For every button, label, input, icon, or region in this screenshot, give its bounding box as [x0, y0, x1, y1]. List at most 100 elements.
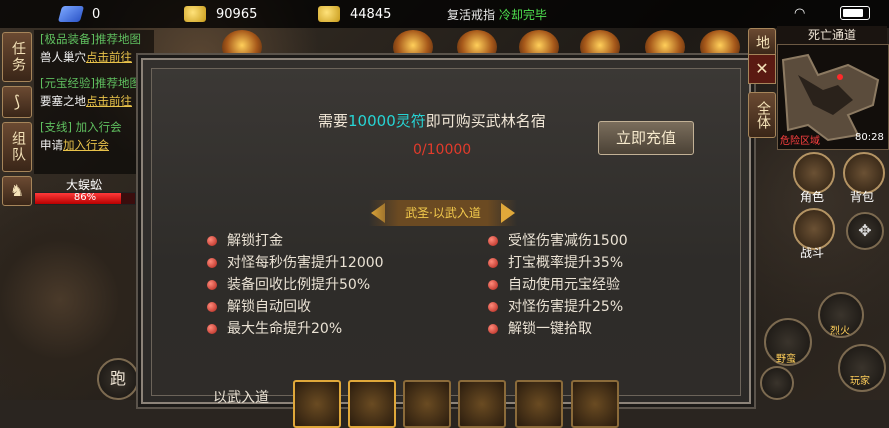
perk-text: 对怪伤害提升25%	[508, 299, 624, 315]
team-button[interactable]: 组队	[2, 122, 32, 172]
wifi-icon: ◠	[794, 6, 806, 21]
recharge-button[interactable]: 立即充值	[598, 121, 694, 155]
perk-list-right: 受怪伤害减伤1500 打宝概率提升35% 自动使用元宝经验 对怪伤害提升25% …	[488, 230, 628, 340]
purchase-modal: 需要10000灵符即可购买武林名宿 0/10000 立即充值 武圣·以武入道 解…	[141, 58, 751, 428]
ingot-icon	[318, 6, 340, 22]
requirement-text: 需要10000灵符即可购买武林名宿	[318, 110, 546, 131]
quest-link[interactable]: 加入行会	[63, 138, 109, 152]
title-banner: 武圣·以武入道	[369, 200, 517, 226]
reward-slot[interactable]	[293, 380, 341, 428]
reward-row-label: 以武入道	[213, 390, 269, 406]
battle-label: 战斗	[799, 246, 824, 260]
gold-resource: 90965	[184, 4, 257, 24]
quest-row[interactable]: 要塞之地点击前往	[34, 92, 154, 110]
quest-link[interactable]: 点击前往	[86, 94, 132, 108]
perk-item: 解锁自动回收	[207, 296, 384, 318]
perk-item: 对怪每秒伤害提升12000	[207, 252, 384, 274]
status-suffix: 冷却完毕	[498, 8, 547, 22]
quest-desc: 申请	[40, 138, 63, 152]
perk-text: 受怪伤害减伤1500	[508, 233, 628, 249]
perk-text: 解锁一键拾取	[508, 321, 592, 337]
battery-icon	[840, 6, 870, 20]
gold-count: 90965	[216, 6, 258, 22]
quest-panel: [极品装备]推荐地图 兽人巢穴点击前往 [元宝经验]推荐地图 要塞之地点击前往 …	[34, 30, 154, 174]
perk-item: 对怪伤害提升25%	[488, 296, 628, 318]
skill-fire-label: 烈火	[830, 326, 850, 337]
bullet-icon	[207, 280, 217, 290]
bullet-icon	[207, 324, 217, 334]
task-button[interactable]: 任务	[2, 32, 32, 82]
bullet-icon	[207, 258, 217, 268]
perk-text: 解锁打金	[227, 233, 283, 249]
map-zone: 危险区域	[780, 136, 820, 147]
status-prefix: 复活戒指	[447, 8, 496, 22]
banner-right-arrow-icon	[501, 203, 515, 223]
perk-text: 装备回收比例提升50%	[227, 277, 371, 293]
gem-resource: 0	[57, 4, 101, 24]
perk-text: 对怪每秒伤害提升12000	[227, 255, 384, 271]
bullet-icon	[207, 236, 217, 246]
reward-slot[interactable]	[458, 380, 506, 428]
reward-slot[interactable]	[403, 380, 451, 428]
skill-savage-label: 野蛮	[776, 354, 796, 365]
bullet-icon	[488, 236, 498, 246]
perk-text: 打宝概率提升35%	[508, 255, 624, 271]
quest-title: [极品装备]推荐地图	[40, 32, 141, 46]
need-suffix: 即可购买武林名宿	[425, 112, 546, 130]
full-button[interactable]: 全体	[748, 92, 776, 138]
perk-item: 装备回收比例提升50%	[207, 274, 384, 296]
quest-title: [元宝经验]推荐地图	[40, 76, 141, 90]
perk-item: 自动使用元宝经验	[488, 274, 628, 296]
perk-text: 最大生命提升20%	[227, 321, 343, 337]
perk-item: 解锁一键拾取	[488, 318, 628, 340]
character-label: 角色	[799, 190, 824, 204]
run-button[interactable]: 跑	[97, 358, 139, 400]
quest-desc: 兽人巢穴	[40, 50, 86, 64]
perk-item: 受怪伤害减伤1500	[488, 230, 628, 252]
bullet-icon	[207, 302, 217, 312]
bullet-icon	[488, 324, 498, 334]
gem-icon	[57, 6, 85, 22]
map-button[interactable]: 地	[748, 28, 776, 56]
reward-slot[interactable]	[348, 380, 396, 428]
boss-hp-text: 86%	[73, 192, 97, 203]
perk-text: 解锁自动回收	[227, 299, 311, 315]
reward-slot[interactable]	[571, 380, 619, 428]
quest-row[interactable]: 申请加入行会	[34, 136, 154, 154]
progress-counter: 0/10000	[413, 142, 472, 158]
boss-hp-bar: 86%	[34, 192, 136, 205]
perk-list-left: 解锁打金 对怪每秒伤害提升12000 装备回收比例提升50% 解锁自动回收 最大…	[207, 230, 384, 340]
quest-desc: 要塞之地	[40, 94, 86, 108]
close-icon[interactable]: ✕	[748, 54, 776, 84]
map-title: 死亡通道	[777, 26, 887, 44]
perk-item: 打宝概率提升35%	[488, 252, 628, 274]
bullet-icon	[488, 280, 498, 290]
perk-item: 最大生命提升20%	[207, 318, 384, 340]
quest-title: [支线]	[40, 120, 72, 134]
bullet-icon	[488, 258, 498, 268]
map-coordinates: 80:28	[855, 132, 884, 143]
perk-text: 自动使用元宝经验	[508, 277, 620, 293]
resource-bar	[0, 0, 889, 28]
perk-item: 解锁打金	[207, 230, 384, 252]
bag-label: 背包	[849, 190, 874, 204]
gold-icon	[184, 6, 206, 22]
ingot-resource: 44845	[318, 4, 391, 24]
gem-count: 0	[92, 6, 101, 22]
quest-row[interactable]: [支线] 加入行会	[34, 118, 154, 136]
collapse-icon[interactable]: ⟆	[2, 86, 32, 118]
need-prefix: 需要	[318, 112, 349, 130]
reward-slot[interactable]	[515, 380, 563, 428]
bullet-icon	[488, 302, 498, 312]
skill-slot-icon[interactable]	[760, 366, 794, 400]
ingot-count: 44845	[350, 6, 392, 22]
player-target-label: 玩家	[850, 376, 870, 387]
quest-row[interactable]: 兽人巢穴点击前往	[34, 48, 154, 66]
boss-name: 大蜈蚣	[65, 178, 102, 192]
need-amount: 10000灵符	[348, 112, 426, 130]
move-icon[interactable]: ✥	[846, 212, 884, 250]
quest-link[interactable]: 点击前往	[86, 50, 132, 64]
quest-title-link[interactable]: 加入行会	[76, 120, 122, 134]
ring-status: 复活戒指 冷却完毕	[447, 6, 547, 23]
boss-avatar-icon[interactable]: ♞	[2, 176, 32, 206]
